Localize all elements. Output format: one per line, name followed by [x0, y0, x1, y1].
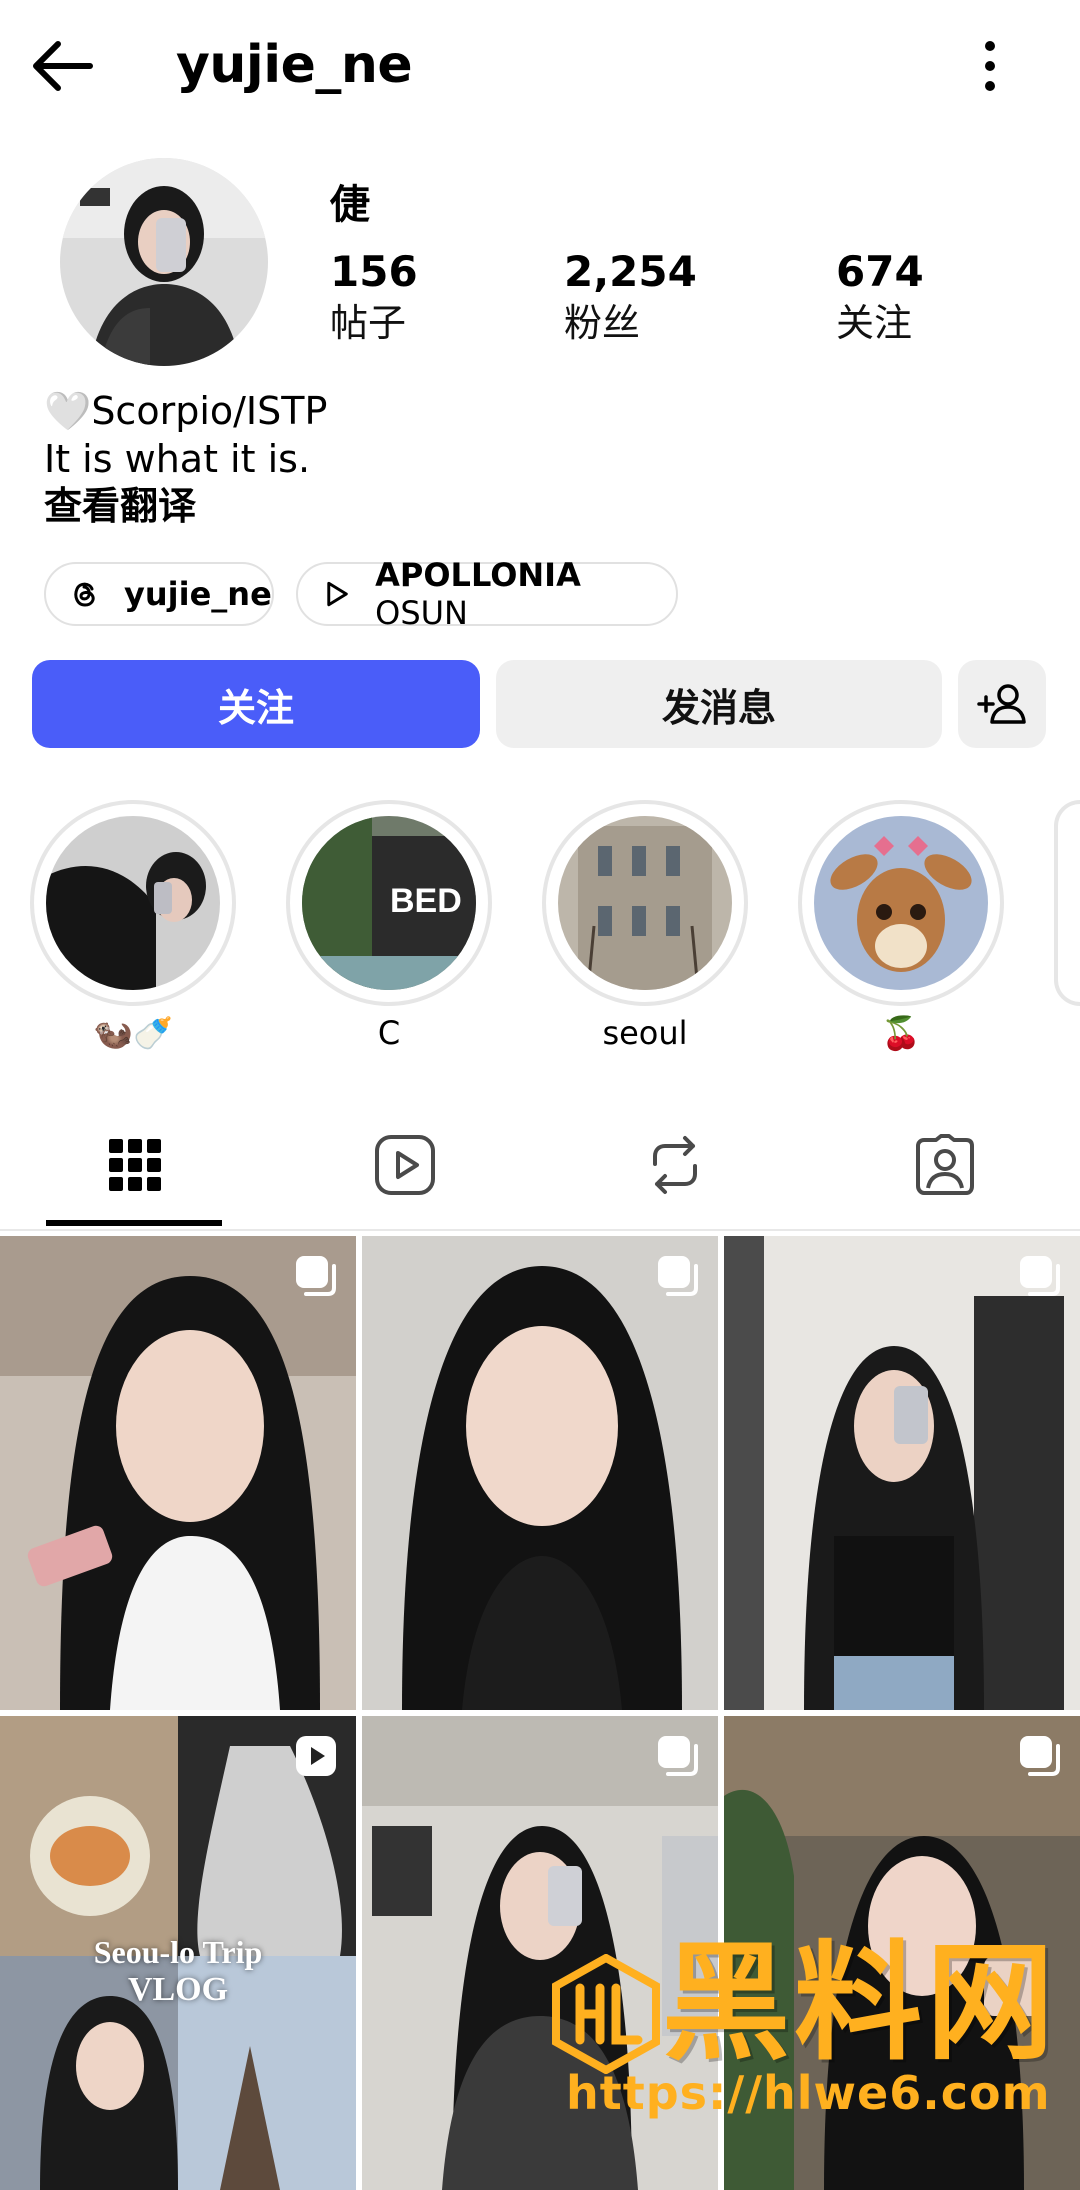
watermark-url: https://hlwe6.com [566, 2066, 1051, 2120]
tagged-icon [916, 1134, 974, 1195]
follow-button[interactable]: 关注 [32, 660, 480, 748]
tab-reels[interactable] [340, 1118, 470, 1212]
highlight-2[interactable]: BED [286, 800, 492, 1006]
grid-icon [109, 1139, 161, 1191]
back-button[interactable] [28, 36, 100, 96]
tab-reposts[interactable] [610, 1118, 740, 1212]
threads-link-chip[interactable]: yujie_ne [44, 562, 274, 626]
see-translation-link[interactable]: 查看翻译 [44, 480, 196, 532]
followers-stat[interactable]: 2,254 粉丝 [564, 246, 697, 348]
threads-icon [74, 582, 95, 607]
highlight-3-label: seoul [602, 1014, 688, 1052]
grid-post-2[interactable] [362, 1236, 718, 1710]
followers-count: 2,254 [564, 247, 697, 296]
add-user-button[interactable] [958, 660, 1046, 748]
highlight-4-label: 🍒 [881, 1014, 921, 1052]
following-count: 674 [836, 247, 924, 296]
posts-stat[interactable]: 156 帖子 [330, 246, 418, 348]
watermark-text: 黑料网 [662, 1929, 1059, 2078]
divider [0, 1229, 1080, 1231]
reel-icon [296, 1736, 336, 1776]
active-tab-indicator [46, 1220, 222, 1226]
play-icon [327, 581, 348, 607]
highlight-2-image-text: BED [390, 882, 462, 920]
highlight-5[interactable] [1054, 800, 1080, 1006]
threads-username: yujie_ne [124, 575, 272, 613]
bio-line-1: 🤍Scorpio/ISTP [44, 389, 328, 433]
posts-count: 156 [330, 247, 418, 296]
posts-label: 帖子 [330, 301, 407, 345]
display-name: 倢 [330, 182, 370, 228]
grid-post-3[interactable] [724, 1236, 1080, 1710]
highlight-1[interactable] [30, 800, 236, 1006]
carousel-icon [1020, 1256, 1060, 1296]
following-stat[interactable]: 674 关注 [836, 246, 924, 348]
vlog-overlay-text: Seou-lo Trip VLOG [93, 1934, 263, 2008]
tab-posts[interactable] [70, 1118, 200, 1212]
highlight-4[interactable] [798, 800, 1004, 1006]
followers-label: 粉丝 [564, 301, 641, 345]
carousel-icon [1020, 1736, 1060, 1776]
carousel-icon [296, 1256, 336, 1296]
following-label: 关注 [836, 301, 913, 345]
reels-icon [375, 1135, 435, 1195]
more-options-button[interactable] [960, 30, 1020, 102]
watermark-logo [552, 1953, 660, 2075]
bio-line-2: It is what it is. [44, 437, 311, 481]
more-vertical-icon [985, 41, 995, 91]
repost-icon [653, 1136, 697, 1194]
highlight-1-label: 🦦🍼 [93, 1014, 173, 1052]
grid-post-4[interactable]: Seou-lo Trip VLOG [0, 1716, 356, 2190]
tab-tagged[interactable] [880, 1118, 1010, 1212]
add-user-icon [977, 684, 1026, 724]
highlight-3[interactable] [542, 800, 748, 1006]
grid-post-1[interactable] [0, 1236, 356, 1710]
music-chip[interactable]: APOLLONIA OSUN [296, 556, 678, 632]
arrow-left-icon [33, 41, 93, 91]
music-title: APOLLONIA OSUN [375, 556, 581, 632]
carousel-icon [658, 1736, 698, 1776]
avatar[interactable] [60, 158, 268, 366]
carousel-icon [658, 1256, 698, 1296]
page-title: yujie_ne [176, 35, 413, 95]
highlight-2-label: C [377, 1014, 401, 1052]
message-button[interactable]: 发消息 [496, 660, 942, 748]
